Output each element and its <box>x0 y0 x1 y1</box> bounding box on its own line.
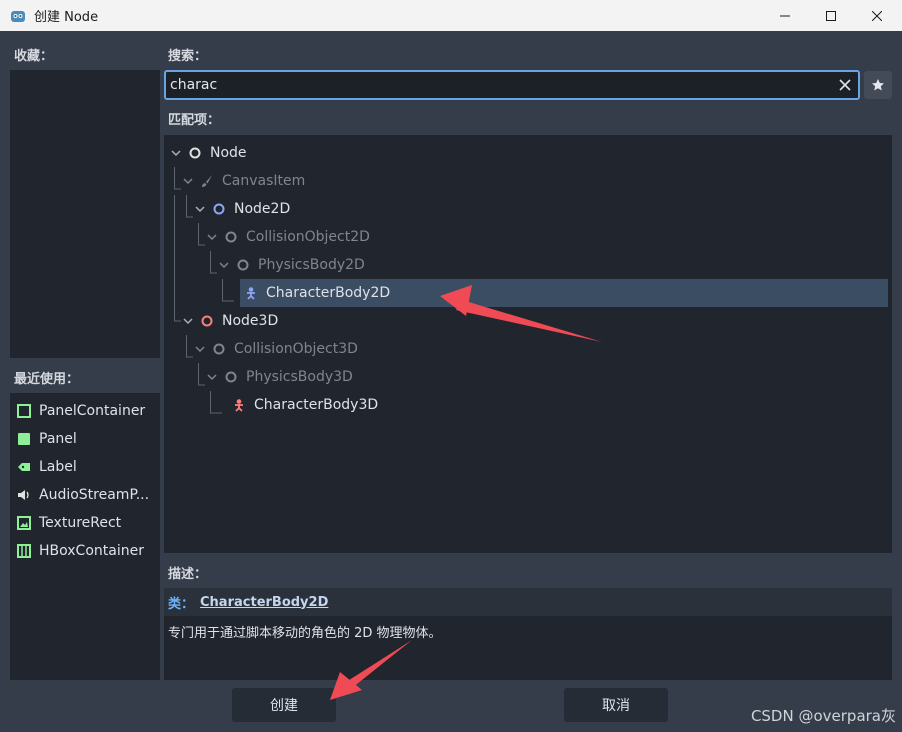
recent-item-label: HBoxContainer <box>39 543 144 559</box>
tree-item-node3d[interactable]: Node3D <box>182 307 278 335</box>
matches-tree: Node CanvasItem Node2D CollisionObject2D… <box>164 135 892 553</box>
cancel-button[interactable]: 取消 <box>564 688 668 722</box>
tree-item-label: PhysicsBody2D <box>258 257 365 273</box>
godot-app-icon <box>11 10 25 22</box>
tree-item-label: CollisionObject3D <box>234 341 358 357</box>
recent-item-label: Label <box>39 459 77 475</box>
panelcontainer-icon <box>16 403 32 419</box>
hboxcontainer-icon <box>16 543 32 559</box>
minimize-button[interactable] <box>762 0 808 31</box>
label-icon <box>16 459 32 475</box>
chevron-down-icon[interactable] <box>218 259 230 271</box>
tree-item-collisionobject2d[interactable]: CollisionObject2D <box>206 223 370 251</box>
title-bar: 创建 Node <box>0 0 902 31</box>
circle-icon <box>212 342 226 356</box>
recent-item-audiostreamplayer[interactable]: AudioStreamP... <box>10 481 160 509</box>
favorites-label: 收藏： <box>14 49 54 64</box>
chevron-down-icon[interactable] <box>206 371 218 383</box>
close-icon <box>839 79 851 91</box>
circle-icon <box>224 230 238 244</box>
chevron-down-icon[interactable] <box>194 203 206 215</box>
recent-item-label: Panel <box>39 431 77 447</box>
circle-icon <box>236 258 250 272</box>
tree-item-node[interactable]: Node <box>170 139 247 167</box>
tree-item-physicsbody2d[interactable]: PhysicsBody2D <box>218 251 365 279</box>
description-label: 描述： <box>168 567 208 582</box>
minimize-icon <box>780 15 790 16</box>
recent-item-label[interactable]: Label <box>10 453 160 481</box>
create-button[interactable]: 创建 <box>232 688 336 722</box>
tree-item-characterbody3d[interactable]: CharacterBody3D <box>232 391 378 419</box>
watermark: CSDN @overpara灰 <box>750 707 896 725</box>
window-title: 创建 Node <box>34 10 99 25</box>
description-text: 专门用于通过脚本移动的角色的 2D 物理物体。 <box>168 626 442 641</box>
description-class-bar: 类： CharacterBody2D <box>164 588 892 616</box>
chevron-down-icon[interactable] <box>170 147 182 159</box>
brush-icon <box>200 174 214 188</box>
circle-icon <box>224 370 238 384</box>
class-link[interactable]: CharacterBody2D <box>200 595 328 610</box>
tree-item-canvasitem[interactable]: CanvasItem <box>182 167 305 195</box>
tree-item-physicsbody3d[interactable]: PhysicsBody3D <box>206 363 353 391</box>
tree-item-label: Node2D <box>234 201 291 217</box>
tree-item-label: Node <box>210 145 247 161</box>
star-icon <box>872 79 884 91</box>
tree-item-label: CanvasItem <box>222 173 306 189</box>
search-label: 搜索： <box>168 49 208 64</box>
recent-item-hboxcontainer[interactable]: HBoxContainer <box>10 537 160 565</box>
characterbody3d-icon <box>232 398 246 412</box>
panel-icon <box>16 431 32 447</box>
class-prefix: 类： <box>168 596 195 612</box>
description-panel: 类： CharacterBody2D 专门用于通过脚本移动的角色的 2D 物理物… <box>164 588 892 680</box>
chevron-down-icon[interactable] <box>182 315 194 327</box>
search-input[interactable] <box>166 72 832 98</box>
chevron-down-icon[interactable] <box>182 175 194 187</box>
chevron-down-icon[interactable] <box>194 343 206 355</box>
close-button[interactable] <box>854 0 900 31</box>
node-icon <box>188 146 202 160</box>
recent-item-texturerect[interactable]: TextureRect <box>10 509 160 537</box>
recent-item-label: TextureRect <box>39 515 122 531</box>
recent-label: 最近使用： <box>14 372 80 387</box>
recent-item-label: PanelContainer <box>39 403 146 419</box>
recent-item-panel[interactable]: Panel <box>10 425 160 453</box>
matches-label: 匹配项： <box>168 113 221 128</box>
characterbody2d-icon <box>244 286 258 300</box>
close-icon <box>872 10 882 21</box>
tree-item-collisionobject3d[interactable]: CollisionObject3D <box>194 335 358 363</box>
chevron-down-icon[interactable] <box>206 231 218 243</box>
recent-item-label: AudioStreamP... <box>39 487 150 503</box>
recent-item-panelcontainer[interactable]: PanelContainer <box>10 397 160 425</box>
tree-item-label: CharacterBody3D <box>254 397 379 413</box>
tree-item-label: CharacterBody2D <box>266 285 391 301</box>
tree-item-label: Node3D <box>222 313 279 329</box>
tree-item-characterbody2d[interactable]: CharacterBody2D <box>244 279 390 307</box>
tree-item-label: CollisionObject2D <box>246 229 370 245</box>
tree-item-label: PhysicsBody3D <box>246 369 353 385</box>
search-field <box>164 70 860 100</box>
favorites-list[interactable] <box>10 70 160 358</box>
node3d-icon <box>200 314 214 328</box>
recent-list: PanelContainer Panel Label AudioStreamP.… <box>10 393 160 680</box>
favorite-star-button[interactable] <box>864 71 892 99</box>
clear-search-button[interactable] <box>832 72 858 98</box>
node2d-icon <box>212 202 226 216</box>
audio-icon <box>16 487 32 503</box>
texturerect-icon <box>16 515 32 531</box>
maximize-icon <box>826 10 836 21</box>
maximize-button[interactable] <box>808 0 854 31</box>
tree-item-node2d[interactable]: Node2D <box>194 195 290 223</box>
